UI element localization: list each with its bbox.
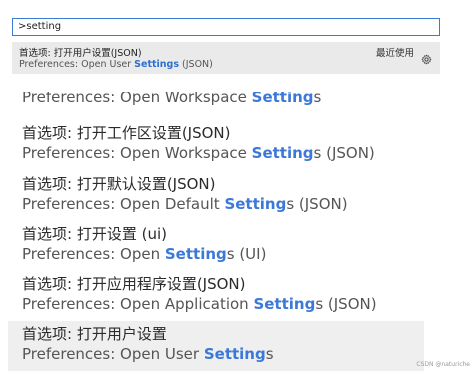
command-item-open-default-settings-json[interactable]: 首选项: 打开默认设置(JSON) Preferences: Open Defa… — [8, 171, 424, 221]
match-highlight: Setting — [251, 92, 314, 106]
command-item-title: 首选项: 打开用户设置(JSON) — [19, 48, 142, 59]
command-item-open-settings-ui[interactable]: 首选项: 打开设置 (ui) Preferences: Open Setting… — [8, 221, 424, 271]
match-highlight: Setting — [164, 245, 227, 263]
command-item-description: Preferences: Open Workspace Settings — [22, 92, 321, 106]
command-item-title: 首选项: 打开用户设置 — [22, 325, 167, 343]
command-item-open-user-settings[interactable]: 首选项: 打开用户设置 Preferences: Open User Setti… — [8, 321, 424, 371]
watermark: CSDN @naturiche — [416, 361, 470, 368]
command-item-open-user-settings-json[interactable]: 首选项: 打开用户设置(JSON) Preferences: Open User… — [12, 42, 440, 74]
command-item-description: Preferences: Open User Settings (JSON) — [19, 59, 213, 70]
command-item-description: Preferences: Open Settings (UI) — [22, 245, 267, 263]
command-item-description: Preferences: Open User Settings — [22, 345, 274, 363]
match-highlight: Setting — [253, 295, 316, 313]
recently-used-label: 最近使用 — [375, 48, 414, 59]
command-item-description: Preferences: Open Application Settings (… — [22, 295, 377, 313]
command-item-partial[interactable]: Preferences: Open Workspace Settings — [22, 92, 321, 109]
command-item-title: 首选项: 打开应用程序设置(JSON) — [22, 275, 246, 293]
command-palette-input-value: >setting — [18, 21, 62, 32]
command-item-title: 首选项: 打开默认设置(JSON) — [22, 175, 216, 193]
match-highlight: Setting — [203, 345, 266, 363]
command-item-open-application-settings-json[interactable]: 首选项: 打开应用程序设置(JSON) Preferences: Open Ap… — [8, 271, 424, 321]
match-highlight: Setting — [224, 195, 287, 213]
command-item-description: Preferences: Open Default Settings (JSON… — [22, 195, 348, 213]
command-item-title: 首选项: 打开设置 (ui) — [22, 225, 167, 243]
gear-icon[interactable] — [421, 54, 432, 65]
command-palette-input[interactable]: >setting — [12, 18, 440, 36]
command-item-description: Preferences: Open Workspace Settings (JS… — [22, 144, 375, 162]
command-item-open-workspace-settings-json[interactable]: 首选项: 打开工作区设置(JSON) Preferences: Open Wor… — [8, 120, 424, 170]
match-highlight: Settings — [134, 59, 180, 70]
command-item-title: 首选项: 打开工作区设置(JSON) — [22, 124, 231, 142]
match-highlight: Setting — [251, 144, 314, 162]
